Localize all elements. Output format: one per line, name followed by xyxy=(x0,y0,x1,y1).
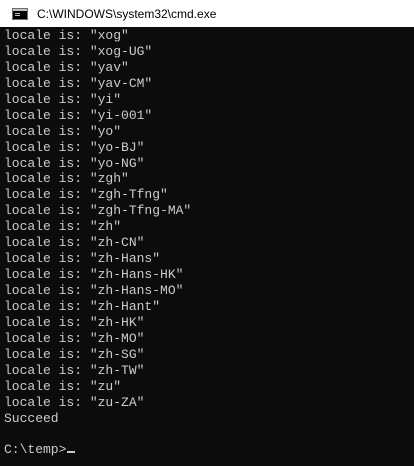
status-line: Succeed xyxy=(4,410,59,426)
console-line: locale is: "yi-001" xyxy=(4,107,153,123)
cmd-window: C:\WINDOWS\system32\cmd.exe locale is: "… xyxy=(0,0,414,466)
console-line: locale is: "zh" xyxy=(4,219,122,235)
console-line: locale is: "xog-UG" xyxy=(4,43,153,59)
console-line: locale is: "zh-Hant" xyxy=(4,298,161,314)
console-line: locale is: "zgh-Tfng-MA" xyxy=(4,203,192,219)
console-line: locale is: "zh-HK" xyxy=(4,314,145,330)
console-line: locale is: "yi" xyxy=(4,91,122,107)
console-output[interactable]: locale is: "xog" locale is: "xog-UG" loc… xyxy=(0,27,414,466)
command-prompt[interactable]: C:\temp> xyxy=(4,442,414,458)
prompt-text: C:\temp> xyxy=(4,442,67,458)
console-line: locale is: "yo-BJ" xyxy=(4,139,145,155)
console-line: locale is: "zh-Hans" xyxy=(4,251,161,267)
console-line: locale is: "zgh" xyxy=(4,171,129,187)
console-line: locale is: "zh-MO" xyxy=(4,330,145,346)
text-cursor xyxy=(67,451,76,454)
console-line: locale is: "yav" xyxy=(4,59,129,75)
console-line: locale is: "zh-CN" xyxy=(4,235,145,251)
console-line: locale is: "zh-SG" xyxy=(4,346,145,362)
console-line: locale is: "zu-ZA" xyxy=(4,394,145,410)
title-bar[interactable]: C:\WINDOWS\system32\cmd.exe xyxy=(0,0,414,27)
console-line: locale is: "zu" xyxy=(4,378,122,394)
console-line: locale is: "xog" xyxy=(4,28,129,43)
console-line: locale is: "yo" xyxy=(4,123,122,139)
console-line: locale is: "yav-CM" xyxy=(4,75,153,91)
console-line: locale is: "zh-TW" xyxy=(4,362,145,378)
console-line: locale is: "zh-Hans-HK" xyxy=(4,267,184,283)
console-line: locale is: "zgh-Tfng" xyxy=(4,187,168,203)
window-title: C:\WINDOWS\system32\cmd.exe xyxy=(37,6,217,21)
console-line: locale is: "zh-Hans-MO" xyxy=(4,283,184,298)
console-line: locale is: "yo-NG" xyxy=(4,155,145,171)
cmd-console-icon[interactable] xyxy=(12,7,28,20)
